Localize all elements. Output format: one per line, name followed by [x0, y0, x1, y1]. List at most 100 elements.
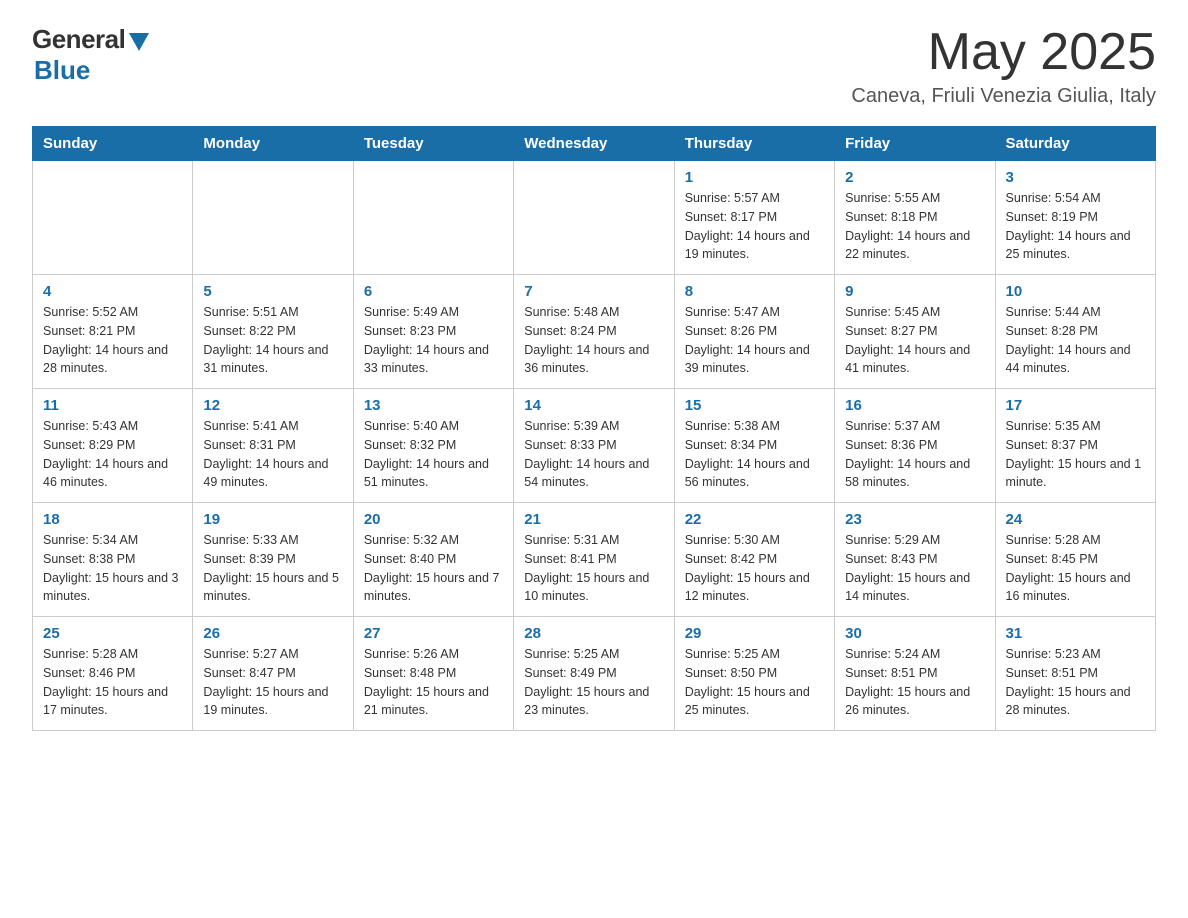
day-info: Sunrise: 5:33 AM Sunset: 8:39 PM Dayligh…	[203, 531, 342, 606]
day-cell: 11Sunrise: 5:43 AM Sunset: 8:29 PM Dayli…	[33, 389, 193, 503]
day-info: Sunrise: 5:23 AM Sunset: 8:51 PM Dayligh…	[1006, 645, 1145, 720]
month-title: May 2025	[851, 24, 1156, 81]
day-number: 24	[1006, 511, 1145, 528]
day-cell: 1 Sunrise: 5:57 AM Sunset: 8:17 PM Daylig…	[674, 161, 834, 275]
day-cell: 25 Sunrise: 5:28 AM Sunset: 8:46 PM Dayli…	[33, 617, 193, 731]
day-cell: 3 Sunrise: 5:54 AM Sunset: 8:19 PM Daylig…	[995, 161, 1155, 275]
day-info: Sunrise: 5:25 AM Sunset: 8:49 PM Dayligh…	[524, 645, 663, 720]
day-cell: 15Sunrise: 5:38 AM Sunset: 8:34 PM Dayli…	[674, 389, 834, 503]
day-info: Sunrise: 5:40 AM Sunset: 8:32 PM Dayligh…	[364, 417, 503, 492]
calendar-header-row: SundayMondayTuesdayWednesdayThursdayFrid…	[33, 127, 1156, 161]
day-cell	[514, 161, 674, 275]
day-number: 29	[685, 625, 824, 642]
day-cell: 27Sunrise: 5:26 AM Sunset: 8:48 PM Dayli…	[353, 617, 513, 731]
day-number: 2	[845, 169, 984, 186]
day-cell	[33, 161, 193, 275]
week-row-4: 18 Sunrise: 5:34 AM Sunset: 8:38 PM Dayli…	[33, 503, 1156, 617]
day-number: 4	[43, 283, 182, 300]
day-cell: 30Sunrise: 5:24 AM Sunset: 8:51 PM Dayli…	[835, 617, 995, 731]
day-cell: 31 Sunrise: 5:23 AM Sunset: 8:51 PM Dayli…	[995, 617, 1155, 731]
column-header-monday: Monday	[193, 127, 353, 161]
week-row-2: 4 Sunrise: 5:52 AM Sunset: 8:21 PM Daylig…	[33, 275, 1156, 389]
day-info: Sunrise: 5:54 AM Sunset: 8:19 PM Dayligh…	[1006, 189, 1145, 264]
day-cell: 13 Sunrise: 5:40 AM Sunset: 8:32 PM Dayli…	[353, 389, 513, 503]
calendar-table: SundayMondayTuesdayWednesdayThursdayFrid…	[32, 126, 1156, 731]
column-header-sunday: Sunday	[33, 127, 193, 161]
day-cell: 16 Sunrise: 5:37 AM Sunset: 8:36 PM Dayli…	[835, 389, 995, 503]
day-info: Sunrise: 5:41 AM Sunset: 8:31 PM Dayligh…	[203, 417, 342, 492]
page-header: General Blue May 2025 Caneva, Friuli Ven…	[32, 24, 1156, 108]
day-number: 19	[203, 511, 342, 528]
day-cell: 4 Sunrise: 5:52 AM Sunset: 8:21 PM Daylig…	[33, 275, 193, 389]
day-info: Sunrise: 5:39 AM Sunset: 8:33 PM Dayligh…	[524, 417, 663, 492]
day-number: 31	[1006, 625, 1145, 642]
day-number: 26	[203, 625, 342, 642]
day-cell: 6Sunrise: 5:49 AM Sunset: 8:23 PM Daylig…	[353, 275, 513, 389]
day-info: Sunrise: 5:30 AM Sunset: 8:42 PM Dayligh…	[685, 531, 824, 606]
day-number: 3	[1006, 169, 1145, 186]
day-number: 7	[524, 283, 663, 300]
day-cell: 26 Sunrise: 5:27 AM Sunset: 8:47 PM Dayli…	[193, 617, 353, 731]
logo-triangle-icon	[129, 33, 149, 51]
day-number: 12	[203, 397, 342, 414]
day-number: 25	[43, 625, 182, 642]
day-cell: 22 Sunrise: 5:30 AM Sunset: 8:42 PM Dayli…	[674, 503, 834, 617]
day-number: 5	[203, 283, 342, 300]
day-info: Sunrise: 5:52 AM Sunset: 8:21 PM Dayligh…	[43, 303, 182, 378]
day-info: Sunrise: 5:34 AM Sunset: 8:38 PM Dayligh…	[43, 531, 182, 606]
day-info: Sunrise: 5:48 AM Sunset: 8:24 PM Dayligh…	[524, 303, 663, 378]
day-number: 14	[524, 397, 663, 414]
day-info: Sunrise: 5:35 AM Sunset: 8:37 PM Dayligh…	[1006, 417, 1145, 492]
day-number: 23	[845, 511, 984, 528]
day-cell: 12 Sunrise: 5:41 AM Sunset: 8:31 PM Dayli…	[193, 389, 353, 503]
day-number: 15	[685, 397, 824, 414]
column-header-wednesday: Wednesday	[514, 127, 674, 161]
logo: General Blue	[32, 24, 149, 86]
day-number: 6	[364, 283, 503, 300]
day-number: 13	[364, 397, 503, 414]
day-info: Sunrise: 5:32 AM Sunset: 8:40 PM Dayligh…	[364, 531, 503, 606]
column-header-tuesday: Tuesday	[353, 127, 513, 161]
day-number: 16	[845, 397, 984, 414]
day-number: 27	[364, 625, 503, 642]
day-info: Sunrise: 5:27 AM Sunset: 8:47 PM Dayligh…	[203, 645, 342, 720]
day-number: 22	[685, 511, 824, 528]
logo-blue-text: Blue	[34, 55, 90, 86]
day-number: 21	[524, 511, 663, 528]
day-info: Sunrise: 5:37 AM Sunset: 8:36 PM Dayligh…	[845, 417, 984, 492]
location-subtitle: Caneva, Friuli Venezia Giulia, Italy	[851, 85, 1156, 108]
day-number: 1	[685, 169, 824, 186]
day-info: Sunrise: 5:55 AM Sunset: 8:18 PM Dayligh…	[845, 189, 984, 264]
day-cell: 8Sunrise: 5:47 AM Sunset: 8:26 PM Daylig…	[674, 275, 834, 389]
day-number: 17	[1006, 397, 1145, 414]
title-section: May 2025 Caneva, Friuli Venezia Giulia, …	[851, 24, 1156, 108]
day-cell: 28Sunrise: 5:25 AM Sunset: 8:49 PM Dayli…	[514, 617, 674, 731]
day-number: 10	[1006, 283, 1145, 300]
day-cell: 7 Sunrise: 5:48 AM Sunset: 8:24 PM Daylig…	[514, 275, 674, 389]
day-info: Sunrise: 5:51 AM Sunset: 8:22 PM Dayligh…	[203, 303, 342, 378]
logo-general-text: General	[32, 24, 125, 55]
day-cell: 29 Sunrise: 5:25 AM Sunset: 8:50 PM Dayli…	[674, 617, 834, 731]
column-header-saturday: Saturday	[995, 127, 1155, 161]
week-row-1: 1 Sunrise: 5:57 AM Sunset: 8:17 PM Daylig…	[33, 161, 1156, 275]
day-info: Sunrise: 5:28 AM Sunset: 8:46 PM Dayligh…	[43, 645, 182, 720]
day-number: 20	[364, 511, 503, 528]
day-info: Sunrise: 5:45 AM Sunset: 8:27 PM Dayligh…	[845, 303, 984, 378]
day-info: Sunrise: 5:29 AM Sunset: 8:43 PM Dayligh…	[845, 531, 984, 606]
day-cell: 18 Sunrise: 5:34 AM Sunset: 8:38 PM Dayli…	[33, 503, 193, 617]
column-header-thursday: Thursday	[674, 127, 834, 161]
day-info: Sunrise: 5:31 AM Sunset: 8:41 PM Dayligh…	[524, 531, 663, 606]
day-cell: 2 Sunrise: 5:55 AM Sunset: 8:18 PM Daylig…	[835, 161, 995, 275]
day-number: 18	[43, 511, 182, 528]
day-info: Sunrise: 5:25 AM Sunset: 8:50 PM Dayligh…	[685, 645, 824, 720]
day-cell: 14 Sunrise: 5:39 AM Sunset: 8:33 PM Dayli…	[514, 389, 674, 503]
day-number: 8	[685, 283, 824, 300]
day-cell: 10 Sunrise: 5:44 AM Sunset: 8:28 PM Dayli…	[995, 275, 1155, 389]
day-cell: 17 Sunrise: 5:35 AM Sunset: 8:37 PM Dayli…	[995, 389, 1155, 503]
day-info: Sunrise: 5:44 AM Sunset: 8:28 PM Dayligh…	[1006, 303, 1145, 378]
day-number: 30	[845, 625, 984, 642]
day-number: 9	[845, 283, 984, 300]
day-number: 11	[43, 397, 182, 414]
day-info: Sunrise: 5:28 AM Sunset: 8:45 PM Dayligh…	[1006, 531, 1145, 606]
day-info: Sunrise: 5:57 AM Sunset: 8:17 PM Dayligh…	[685, 189, 824, 264]
